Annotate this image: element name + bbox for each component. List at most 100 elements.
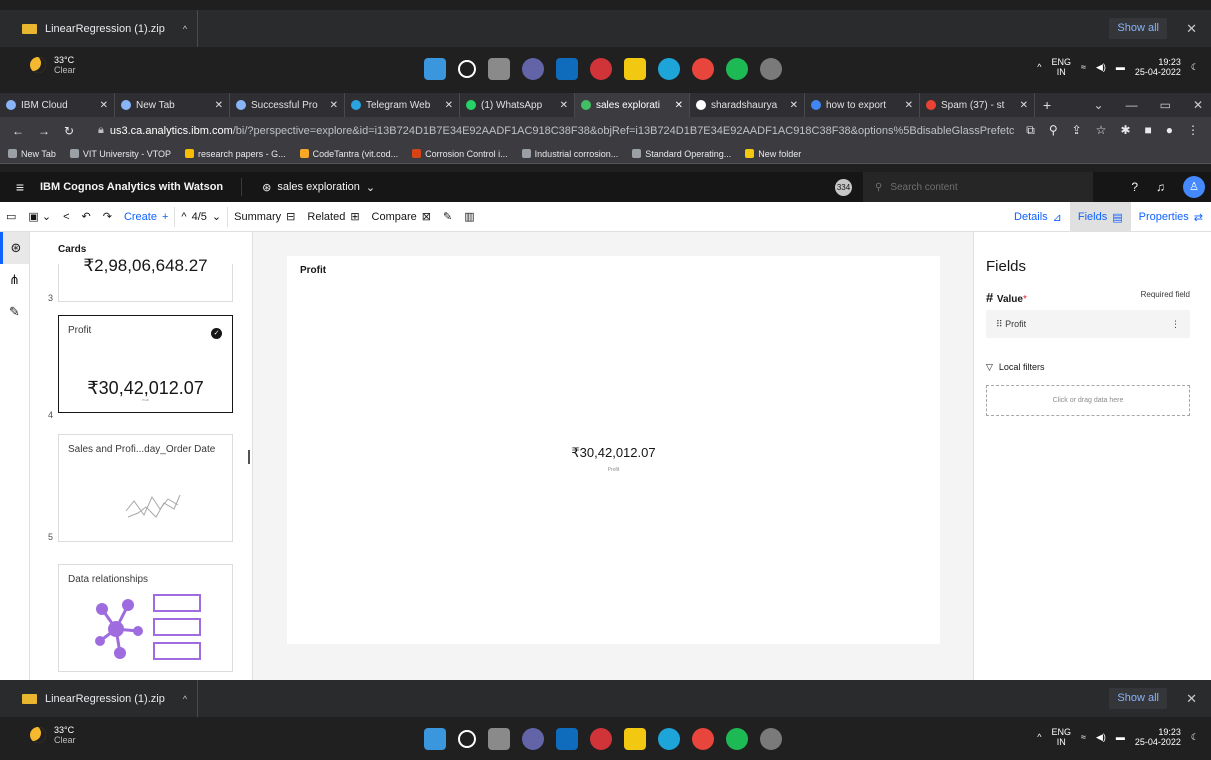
weather-widget[interactable]: 33°C Clear <box>30 725 76 745</box>
bookmark-industrial[interactable]: Industrial corrosion... <box>521 149 618 159</box>
bookmark-sop[interactable]: Standard Operating... <box>632 149 731 159</box>
share-icon[interactable]: ⇪ <box>1072 123 1082 138</box>
tab-gmail[interactable]: Spam (37) - st ✕ <box>920 93 1035 117</box>
search-icon[interactable] <box>458 730 476 748</box>
close-icon[interactable]: ✕ <box>790 100 798 111</box>
hamburger-menu-icon[interactable]: ≡ <box>0 179 40 195</box>
pin-icon[interactable]: ✎ <box>437 202 458 232</box>
panel-resize-handle[interactable] <box>248 450 250 464</box>
comment-icon[interactable]: ▭ <box>0 202 22 232</box>
search-icon[interactable] <box>458 60 476 78</box>
download-item[interactable]: LinearRegression (1).zip ^ <box>0 680 199 717</box>
battery-icon[interactable]: ▬ <box>1116 62 1125 72</box>
bookmark-vit[interactable]: VIT University - VTOP <box>69 149 171 159</box>
battery-icon[interactable]: ▬ <box>1116 732 1125 742</box>
undo-icon[interactable]: ↶ <box>76 202 97 232</box>
page-navigator[interactable]: ^ 4/5 ⌄ <box>175 202 227 232</box>
wifi-icon[interactable]: ≈ <box>1081 62 1086 72</box>
reload-icon[interactable]: ↻ <box>64 124 74 138</box>
windows-start-icon[interactable] <box>424 58 446 80</box>
card-5-line-chart[interactable]: Sales and Profi...day_Order Date <box>58 434 233 542</box>
file-explorer-icon[interactable] <box>624 58 646 80</box>
create-button[interactable]: Create + <box>118 202 174 232</box>
cards-nav-icon[interactable]: ⊛ <box>0 232 29 264</box>
chrome-icon[interactable] <box>692 728 714 750</box>
zoom-icon[interactable]: ⚲ <box>1049 123 1058 138</box>
summary-button[interactable]: Summary ⊟ <box>228 202 301 232</box>
settings-icon[interactable] <box>760 58 782 80</box>
chevron-up-icon[interactable]: ^ <box>183 694 187 704</box>
task-view-icon[interactable] <box>488 728 510 750</box>
close-icon[interactable]: ✕ <box>1186 21 1197 37</box>
tab-successful[interactable]: Successful Pro ✕ <box>230 93 345 117</box>
file-explorer-icon[interactable] <box>624 728 646 750</box>
redo-icon[interactable]: ↷ <box>97 202 118 232</box>
edge-icon[interactable] <box>658 58 680 80</box>
close-icon[interactable]: ✕ <box>215 100 223 111</box>
chevron-down-icon[interactable]: ⌄ <box>1094 93 1104 117</box>
settings-icon[interactable] <box>760 728 782 750</box>
notification-badge[interactable]: 334 <box>835 179 852 196</box>
tab-telegram[interactable]: Telegram Web ✕ <box>345 93 460 117</box>
spotify-icon[interactable] <box>726 58 748 80</box>
teams-icon[interactable] <box>522 728 544 750</box>
translate-icon[interactable]: ⧉ <box>1026 123 1035 138</box>
minimize-icon[interactable]: — <box>1126 93 1138 117</box>
spotify-icon[interactable] <box>726 728 748 750</box>
bookmark-new-tab[interactable]: New Tab <box>8 149 56 159</box>
close-icon[interactable]: ✕ <box>330 100 338 111</box>
bookmark-research[interactable]: research papers - G... <box>185 149 286 159</box>
extensions-icon[interactable]: ✱ <box>1120 123 1130 138</box>
tab-github[interactable]: sharadshaurya ✕ <box>690 93 805 117</box>
show-all-button[interactable]: Show all <box>1109 18 1167 39</box>
bell-icon[interactable]: ♫ <box>1156 180 1165 194</box>
sidepanel-icon[interactable]: ■ <box>1145 123 1152 138</box>
card-canvas[interactable]: Profit ₹30,42,012.07 Profit <box>287 256 940 644</box>
edge-icon[interactable] <box>658 728 680 750</box>
weather-widget[interactable]: 33°C Clear <box>30 55 76 75</box>
details-tab[interactable]: Details ⊿ <box>1006 202 1070 232</box>
close-icon[interactable]: ✕ <box>1186 691 1197 707</box>
compare-button[interactable]: Compare ⊠ <box>366 202 437 232</box>
value-slot-profit[interactable]: ⠿ Profit ⋮ <box>986 310 1190 338</box>
back-icon[interactable]: ← <box>12 124 24 138</box>
app-icon[interactable] <box>590 58 612 80</box>
chevron-up-icon[interactable]: ^ <box>1037 62 1041 72</box>
show-all-button[interactable]: Show all <box>1109 688 1167 709</box>
report-switcher[interactable]: ⊛ sales exploration ⌄ <box>242 181 375 194</box>
wifi-icon[interactable]: ≈ <box>1081 732 1086 742</box>
close-icon[interactable]: ✕ <box>1020 100 1028 111</box>
restore-icon[interactable]: ▭ <box>1160 93 1171 117</box>
drag-handle-icon[interactable]: ⠿ <box>996 319 1003 329</box>
windows-start-icon[interactable] <box>424 728 446 750</box>
bookmark-codetantra[interactable]: CodeTantra (vit.cod... <box>299 149 398 159</box>
help-icon[interactable]: ? <box>1131 180 1138 194</box>
tab-whatsapp[interactable]: (1) WhatsApp ✕ <box>460 93 575 117</box>
new-tab-button[interactable]: + <box>1035 97 1059 113</box>
mail-icon[interactable] <box>556 58 578 80</box>
save-icon[interactable]: ▣ ⌄ <box>22 202 57 232</box>
related-button[interactable]: Related ⊞ <box>301 202 365 232</box>
bookmark-star-icon[interactable]: ☆ <box>1096 123 1107 138</box>
chevron-up-icon[interactable]: ^ <box>183 24 187 34</box>
card-data-relationships[interactable]: Data relationships <box>58 564 233 672</box>
profile-icon[interactable]: ● <box>1166 123 1173 138</box>
tab-new-tab[interactable]: New Tab ✕ <box>115 93 230 117</box>
fields-tab[interactable]: Fields ▤ <box>1069 202 1131 232</box>
mail-icon[interactable] <box>556 728 578 750</box>
volume-icon[interactable]: ◀) <box>1096 732 1106 743</box>
overflow-menu-icon[interactable]: ⋮ <box>1171 319 1180 330</box>
relationships-nav-icon[interactable]: ⋔ <box>0 264 29 296</box>
forward-icon[interactable]: → <box>38 124 50 138</box>
volume-icon[interactable]: ◀) <box>1096 62 1106 73</box>
tab-ibm-cloud[interactable]: IBM Cloud ✕ <box>0 93 115 117</box>
bookmark-folder[interactable]: New folder <box>745 149 801 159</box>
filter-drop-zone[interactable]: Click or drag data here <box>986 385 1190 416</box>
more-menu-icon[interactable]: ⋮ <box>1187 123 1199 138</box>
close-window-icon[interactable]: ✕ <box>1193 93 1203 117</box>
download-item[interactable]: LinearRegression (1).zip ^ <box>0 10 199 47</box>
delete-icon[interactable]: ▥ <box>458 202 480 232</box>
search-input[interactable]: ⚲ Search content <box>863 172 1093 202</box>
close-icon[interactable]: ✕ <box>905 100 913 111</box>
task-view-icon[interactable] <box>488 58 510 80</box>
